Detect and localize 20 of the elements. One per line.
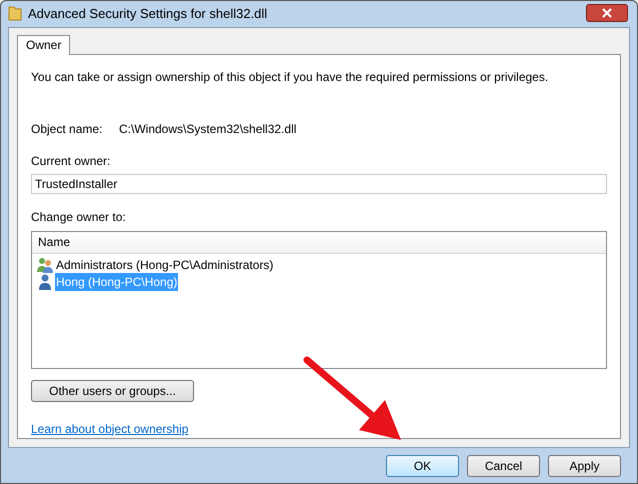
user-icon — [37, 274, 53, 290]
dialog-button[interactable]: Cancel — [467, 454, 540, 477]
current-owner-label: Current owner: — [31, 152, 112, 170]
column-header[interactable]: Name — [32, 232, 76, 253]
close-icon — [602, 8, 612, 18]
window-title: Advanced Security Settings for shell32.dll — [28, 4, 268, 23]
users-icon — [37, 257, 53, 274]
change-owner-label: Change owner to: — [31, 208, 127, 226]
dialog-button[interactable]: Apply — [548, 454, 621, 477]
ownership-link[interactable]: Learn about object ownership — [31, 420, 188, 438]
dialog-button[interactable]: OK — [386, 454, 459, 477]
current-owner-field[interactable]: TrustedInstaller — [31, 174, 607, 194]
intro-text: You can take or assign ownership of this object if you have the required permissions or privileges. — [31, 68, 550, 86]
close-button[interactable] — [586, 4, 628, 22]
other-users-button[interactable]: Other users or groups... — [31, 380, 194, 402]
tab[interactable]: Owner — [17, 34, 70, 55]
folder-icon — [8, 5, 22, 22]
list-item[interactable]: Administrators (Hong-PC\Administrators) — [37, 256, 601, 274]
object-name-label: Object name: — [31, 120, 104, 138]
object-name-value: C:\Windows\System32\shell32.dll — [119, 120, 296, 138]
